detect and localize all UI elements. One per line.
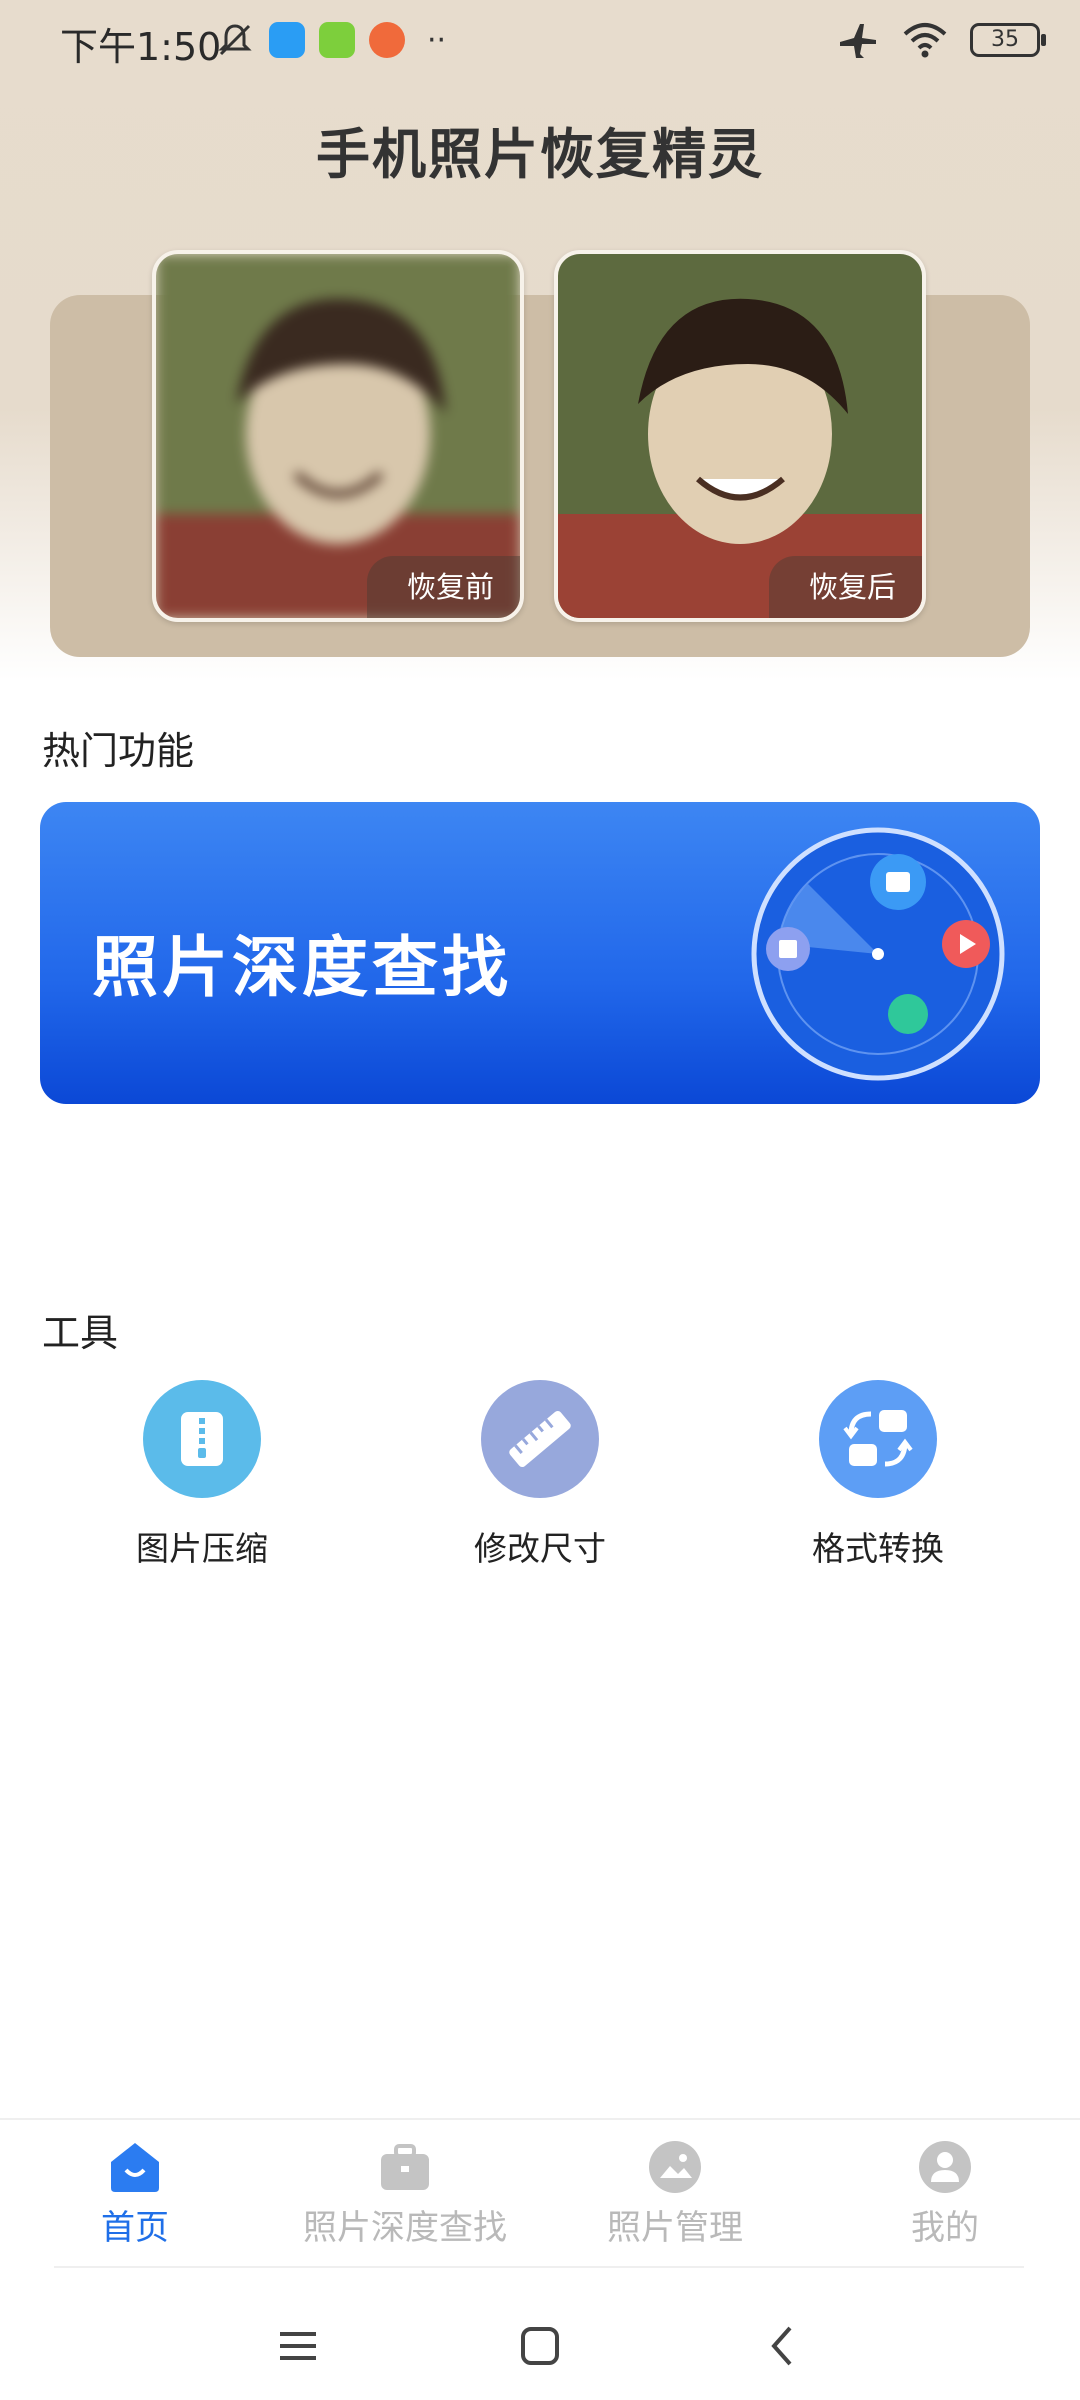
tab-label: 我的 <box>911 2208 979 2248</box>
back-icon[interactable] <box>752 2316 812 2376</box>
format-convert-icon <box>819 1380 937 1498</box>
zip-file-icon <box>143 1380 261 1498</box>
app-icon-orange <box>369 22 405 58</box>
status-time: 下午1:50 <box>60 25 222 69</box>
tool-label: 格式转换 <box>812 1529 944 1568</box>
photo-after: 恢复后 <box>554 250 926 622</box>
tool-label: 图片压缩 <box>136 1529 268 1568</box>
page-title: 手机照片恢复精灵 <box>316 123 764 186</box>
status-system-icons: 35 <box>836 18 1046 62</box>
tab-home[interactable]: 首页 <box>0 2140 270 2249</box>
status-notification-icons: ·· <box>215 20 446 60</box>
image-icon <box>648 2140 702 2194</box>
home-icon <box>108 2140 162 2194</box>
tab-label: 照片管理 <box>607 2208 743 2248</box>
system-nav-bar <box>0 2290 1080 2400</box>
tool-image-compress[interactable]: 图片压缩 <box>82 1380 322 1570</box>
tool-label: 修改尺寸 <box>474 1529 606 1568</box>
tab-photo-manage[interactable]: 照片管理 <box>540 2140 810 2249</box>
tab-label: 首页 <box>101 2208 169 2248</box>
app-icon-green-download <box>319 22 355 58</box>
tab-profile[interactable]: 我的 <box>810 2140 1080 2249</box>
wifi-icon <box>903 23 947 58</box>
more-dots-icon: ·· <box>427 22 447 58</box>
briefcase-icon <box>378 2140 432 2194</box>
radar-scan-icon <box>751 827 1005 1081</box>
battery-icon: 35 <box>970 23 1046 57</box>
bottom-tab-bar: 首页 照片深度查找 照片管理 我的 <box>0 2118 1080 2270</box>
battery-level: 35 <box>991 27 1019 52</box>
status-bar: 下午1:50 ·· 35 <box>0 0 1080 84</box>
tool-resize[interactable]: 修改尺寸 <box>420 1380 660 1570</box>
tab-deep-search[interactable]: 照片深度查找 <box>270 2140 540 2249</box>
airplane-icon <box>840 24 876 58</box>
tab-label: 照片深度查找 <box>303 2208 507 2248</box>
tools-section-title: 工具 <box>42 1311 119 1355</box>
profile-icon <box>918 2140 972 2194</box>
ruler-icon <box>481 1380 599 1498</box>
tab-divider <box>54 2266 1024 2268</box>
menu-icon[interactable] <box>268 2316 328 2376</box>
hot-section-title: 热门功能 <box>42 729 195 773</box>
deep-search-banner[interactable]: 照片深度查找 <box>40 802 1040 1104</box>
banner-title: 照片深度查找 <box>92 929 512 1006</box>
home-button-icon[interactable] <box>510 2316 570 2376</box>
mute-icon <box>218 24 252 56</box>
photo-before: 恢复前 <box>152 250 524 622</box>
app-icon-blue <box>269 22 305 58</box>
after-label: 恢复后 <box>768 556 922 618</box>
tool-format-convert[interactable]: 格式转换 <box>758 1380 998 1570</box>
before-label: 恢复前 <box>366 556 520 618</box>
